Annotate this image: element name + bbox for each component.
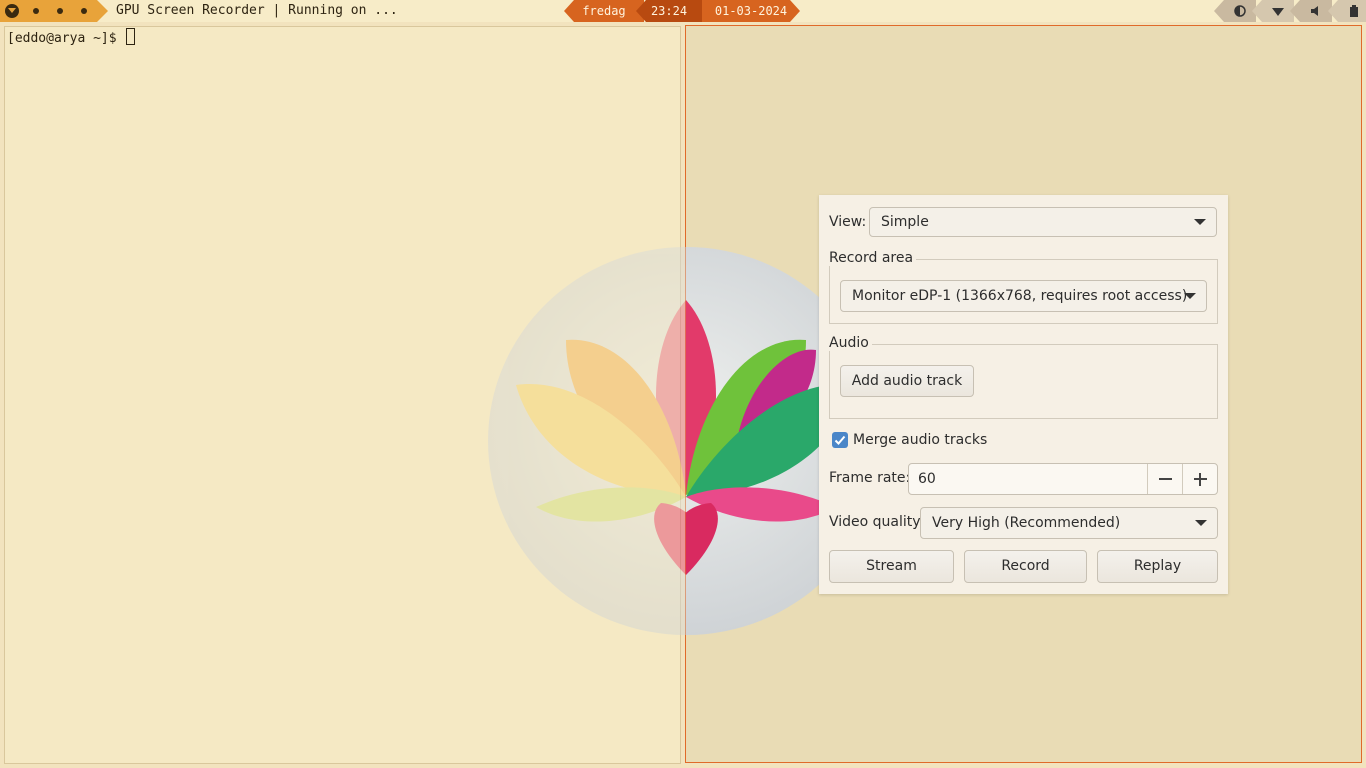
clock-time: 23:24 xyxy=(636,0,702,22)
add-audio-track-button[interactable]: Add audio track xyxy=(840,365,974,397)
battery-icon xyxy=(1350,5,1358,17)
frame-rate-value[interactable]: 60 xyxy=(918,471,936,487)
terminal-prompt: [eddo@arya ~]$ xyxy=(7,28,136,46)
merge-audio-checkbox[interactable] xyxy=(832,432,848,448)
tray-battery[interactable] xyxy=(1328,0,1366,22)
contrast-icon xyxy=(1234,5,1246,17)
terminal-cursor xyxy=(126,28,136,45)
gpu-screen-recorder-dialog: View: Simple Record area Monitor eDP-1 (… xyxy=(819,195,1228,594)
chevron-down-icon xyxy=(1184,293,1196,299)
record-area-select[interactable]: Monitor eDP-1 (1366x768, requires root a… xyxy=(840,280,1207,312)
view-select[interactable]: Simple xyxy=(869,207,1217,237)
tray-wifi[interactable] xyxy=(1252,0,1294,22)
workspace-dot-2[interactable] xyxy=(57,8,63,14)
chevron-down-icon xyxy=(1194,219,1206,225)
view-select-value: Simple xyxy=(881,214,929,230)
chevron-down-icon xyxy=(1195,520,1207,526)
minus-icon xyxy=(1159,478,1172,480)
clock-date: 01-03-2024 xyxy=(702,0,800,22)
wifi-icon xyxy=(1272,8,1284,16)
workspace-strip xyxy=(0,0,108,22)
video-quality-select[interactable]: Very High (Recommended) xyxy=(920,507,1218,539)
workspace-dot-1[interactable] xyxy=(33,8,39,14)
plus-icon-v xyxy=(1199,473,1201,486)
merge-audio-label[interactable]: Merge audio tracks xyxy=(853,432,987,448)
replay-button[interactable]: Replay xyxy=(1097,550,1218,583)
top-panel: GPU Screen Recorder | Running on ... fre… xyxy=(0,0,1366,22)
volume-icon xyxy=(1311,6,1318,16)
menu-chevron-icon[interactable] xyxy=(5,4,19,18)
clock-day: fredag xyxy=(564,0,644,22)
prompt-text: [eddo@arya ~]$ xyxy=(7,31,125,46)
video-quality-label: Video quality: xyxy=(829,514,925,530)
stream-button[interactable]: Stream xyxy=(829,550,954,583)
frame-rate-spinbox[interactable]: 60 xyxy=(908,463,1218,495)
record-area-title: Record area xyxy=(829,250,917,266)
view-label: View: xyxy=(829,214,867,230)
record-area-value: Monitor eDP-1 (1366x768, requires root a… xyxy=(852,288,1188,304)
frame-rate-label: Frame rate: xyxy=(829,470,911,486)
record-button[interactable]: Record xyxy=(964,550,1087,583)
increment-button[interactable] xyxy=(1182,464,1218,494)
tray-volume[interactable] xyxy=(1290,0,1332,22)
workspace-dot-3[interactable] xyxy=(81,8,87,14)
checkmark-icon xyxy=(834,435,846,445)
decrement-button[interactable] xyxy=(1147,464,1183,494)
video-quality-value: Very High (Recommended) xyxy=(932,515,1121,531)
window-title: GPU Screen Recorder | Running on ... xyxy=(116,3,398,18)
tray-contrast[interactable] xyxy=(1214,0,1256,22)
audio-title: Audio xyxy=(829,335,872,351)
